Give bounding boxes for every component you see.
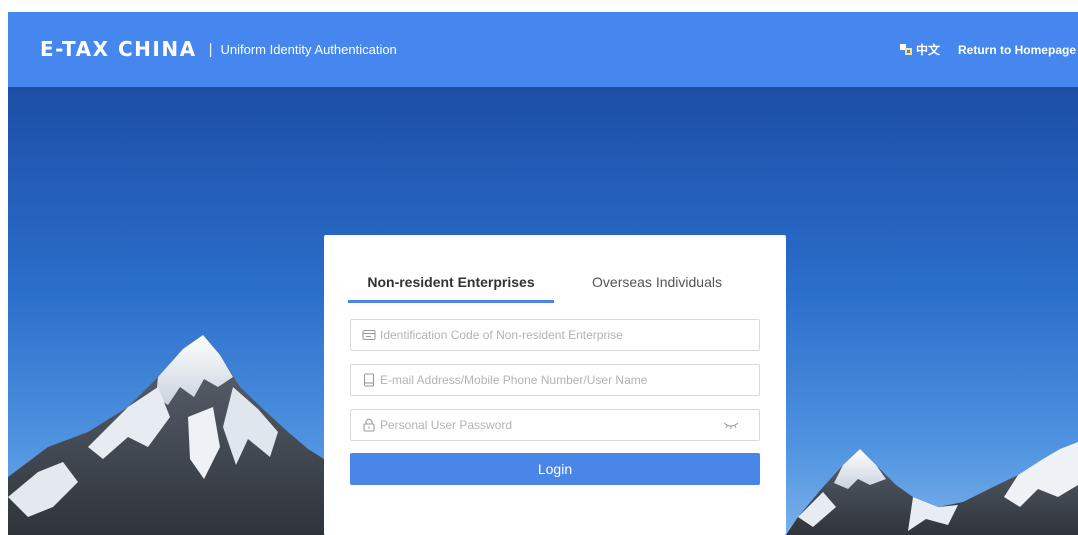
account-field: [350, 364, 760, 396]
tab-non-resident-enterprises[interactable]: Non-resident Enterprises: [348, 265, 554, 303]
login-tabs: Non-resident Enterprises Overseas Indivi…: [348, 265, 760, 303]
translate-icon: [899, 44, 912, 55]
eye-closed-icon[interactable]: [723, 420, 739, 430]
language-label: 中文: [915, 43, 940, 57]
tab-overseas-individuals[interactable]: Overseas Individuals: [554, 265, 760, 303]
enterprise-code-field: [350, 319, 760, 351]
return-homepage-link[interactable]: Return to Homepage: [958, 43, 1076, 57]
enterprise-code-input[interactable]: [380, 320, 759, 350]
phone-icon: [363, 373, 375, 387]
login-card: Non-resident Enterprises Overseas Indivi…: [324, 235, 786, 535]
lock-icon: [363, 418, 375, 432]
password-field: [350, 409, 760, 441]
login-button[interactable]: Login: [350, 453, 760, 485]
account-input[interactable]: [380, 365, 759, 395]
page: E-TAX CHINA | Uniform Identity Authentic…: [8, 12, 1078, 535]
brand: E-TAX CHINA | Uniform Identity Authentic…: [40, 37, 397, 61]
password-input[interactable]: [380, 410, 723, 440]
brand-title: E-TAX CHINA: [40, 37, 197, 61]
header-actions: 中文 Return to Homepage: [899, 41, 1076, 58]
id-card-icon: [362, 329, 376, 341]
brand-subtitle: Uniform Identity Authentication: [220, 41, 397, 57]
brand-separator: |: [208, 40, 213, 58]
language-switch[interactable]: 中文: [899, 41, 940, 58]
header-bar: E-TAX CHINA | Uniform Identity Authentic…: [8, 12, 1078, 87]
